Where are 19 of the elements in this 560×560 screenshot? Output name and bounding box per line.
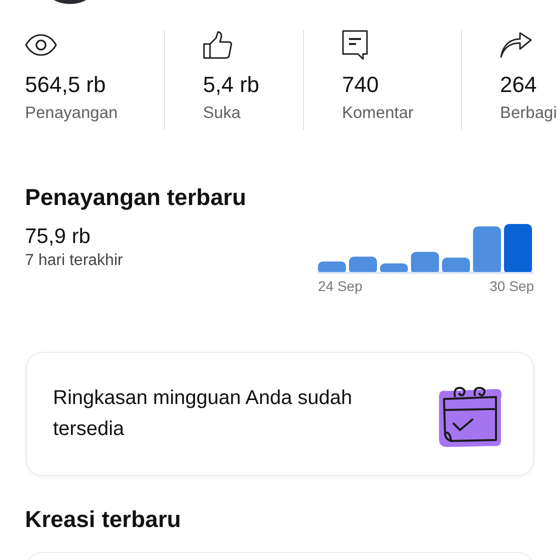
stat-label: Suka	[203, 104, 241, 123]
summary-text: Ringkasan mingguan Anda sudah tersedia	[53, 386, 354, 442]
share-icon	[500, 30, 532, 60]
stat-label: Komentar	[342, 104, 414, 123]
stat-label: Berbagi	[500, 104, 557, 123]
date-label: 24 Sep	[318, 278, 362, 294]
stat-value: 264	[500, 72, 537, 98]
section-title: Penayangan terbaru	[25, 183, 248, 212]
summary-card[interactable]: Ringkasan mingguan Anda sudah tersedia	[26, 352, 534, 476]
views-count: 75,9 rb	[25, 224, 92, 250]
date-label: 30 Sep	[490, 278, 534, 294]
thumbs-up-icon	[203, 30, 233, 60]
section-title: Kreasi terbaru	[25, 505, 182, 534]
stat-value: 5,4 rb	[203, 72, 260, 98]
comment-icon	[342, 30, 368, 60]
stat-value: 564,5 rb	[25, 72, 106, 98]
stat-label: Penayangan	[25, 104, 118, 123]
period-label: 7 hari terakhir	[25, 252, 123, 270]
stat-value: 740	[342, 72, 379, 98]
